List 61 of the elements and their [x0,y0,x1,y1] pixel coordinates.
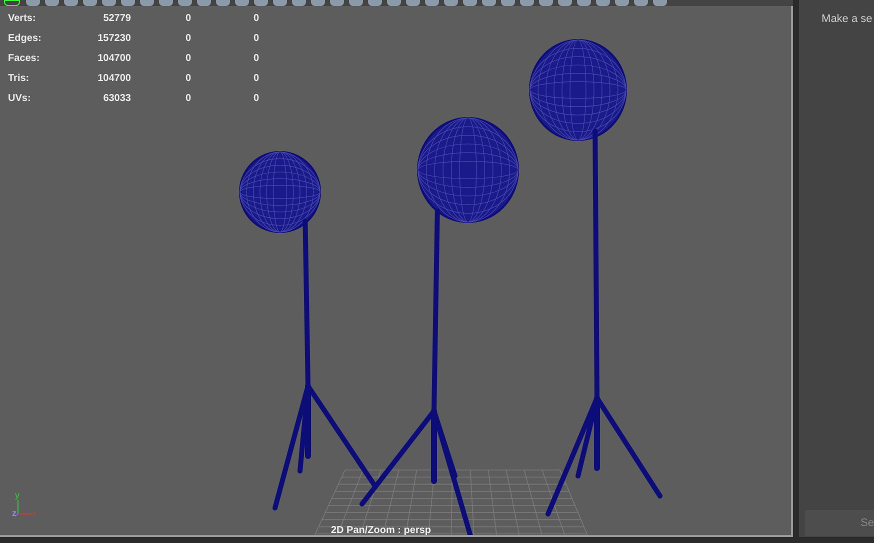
toolbar-icon[interactable] [235,0,249,6]
toolbar-icon[interactable] [102,0,116,6]
stat-value: 0 [184,92,192,106]
axis-icon [14,500,32,516]
toolbar-icon[interactable] [539,0,553,6]
stat-value: 104700 [96,52,131,66]
toolbar-icon[interactable] [406,0,420,6]
toolbar-icon[interactable] [159,0,173,6]
toolbar-icon[interactable] [444,0,458,6]
toolbar-icon[interactable] [83,0,97,6]
stat-value: 157230 [96,32,131,46]
toolbar-icon[interactable] [425,0,439,6]
stat-label: Edges: [8,32,42,46]
toolbar-icon[interactable] [178,0,192,6]
toolbar-icon[interactable] [349,0,363,6]
toolbar-icon[interactable] [121,0,135,6]
stat-value: 0 [184,32,192,46]
stat-label: Verts: [8,12,37,26]
toolbar-icon[interactable] [216,0,230,6]
viewport[interactable]: Verts: 52779 0 0 Edges: 157230 0 0 Faces: 104700 0 0 Tris: 104700 0 0 UVs: 63033 0 0 y z x 2D Pan/Zoom : persp [0,6,793,537]
panel-message: Make a se [822,12,874,27]
stat-value: 0 [184,12,192,26]
stat-value: 52779 [102,12,131,26]
toolbar-icon[interactable] [558,0,572,6]
toolbar-icon[interactable] [463,0,477,6]
toolbar-icon[interactable] [596,0,610,6]
toolbar-icon[interactable] [615,0,629,6]
toolbar-icon[interactable] [653,0,667,6]
axis-label: z [12,507,16,520]
toolbar-icon[interactable] [387,0,401,6]
toolbar-icon[interactable] [197,0,211,6]
stat-value: 0 [184,52,192,66]
stat-label: Faces: [8,52,41,66]
toolbar-icon[interactable] [254,0,268,6]
toolbar-icon[interactable] [26,0,40,6]
camera-label: 2D Pan/Zoom : persp [331,524,432,535]
stat-label: Tris: [8,72,30,86]
toolbar-icon[interactable] [577,0,591,6]
stat-value: 0 [184,72,192,86]
toolbar-icon[interactable] [634,0,648,6]
axis-label: y [15,489,20,502]
toolbar-icon[interactable] [368,0,382,6]
toolbar-icon[interactable] [520,0,534,6]
stat-label: UVs: [8,92,32,106]
stat-value: 63033 [102,92,131,106]
stat-value: 0 [252,72,260,86]
toolbar-icon[interactable] [273,0,287,6]
stat-value: 104700 [96,72,131,86]
toolbar-icon[interactable] [311,0,325,6]
toolbar-icon[interactable] [330,0,344,6]
axis-label: x [32,507,36,520]
stat-value: 0 [252,12,260,26]
toolbar-icon[interactable] [501,0,515,6]
stat-value: 0 [252,92,260,106]
stat-value: 0 [252,32,260,46]
stat-value: 0 [252,52,260,66]
toolbar-icon[interactable] [292,0,306,6]
toolbar-icon[interactable] [45,0,59,6]
toolbar-icon[interactable] [482,0,496,6]
toolbar-icon[interactable] [64,0,78,6]
toolbar-icon[interactable] [140,0,154,6]
